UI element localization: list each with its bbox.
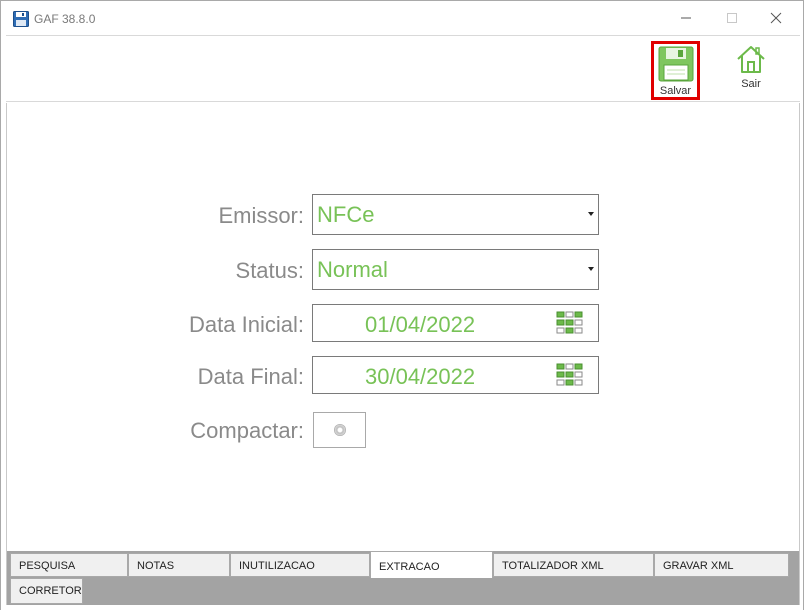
status-value: Normal (317, 257, 388, 282)
data-final-label: Data Final: (197, 364, 304, 389)
emissor-label: Emissor: (218, 203, 304, 228)
title-bar: GAF 38.8.0 (1, 1, 803, 35)
tab-pesquisa[interactable]: PESQUISA (10, 553, 128, 577)
home-icon (737, 46, 765, 73)
calendar-icon (556, 363, 583, 386)
chevron-down-icon (588, 267, 594, 271)
save-label: Salvar (659, 85, 692, 97)
tab-extracao[interactable]: EXTRACAO (370, 551, 493, 578)
app-window: GAF 38.8.0 Salvar Sair Emissor: NFCe Sta… (0, 0, 804, 610)
compactar-toggle[interactable] (313, 412, 366, 448)
calendar-icon (556, 311, 583, 334)
window-title: GAF 38.8.0 (34, 12, 96, 26)
extraction-form: Emissor: NFCe Status: Normal Data Inicia… (6, 103, 800, 551)
floppy-disk-icon (658, 46, 693, 82)
radio-indicator-icon (333, 424, 346, 436)
emissor-value: NFCe (317, 202, 375, 227)
data-inicial-calendar-button[interactable] (556, 311, 584, 335)
status-label: Status: (235, 258, 304, 283)
tab-inutilizacao[interactable]: INUTILIZACAO (230, 553, 370, 577)
emissor-select[interactable]: NFCe (312, 194, 599, 235)
tab-notas[interactable]: NOTAS (128, 553, 230, 577)
maximize-icon (727, 13, 737, 23)
data-final-value: 30/04/2022 (365, 364, 476, 389)
data-final-calendar-button[interactable] (556, 363, 584, 387)
tab-strip: PESQUISA NOTAS INUTILIZACAO EXTRACAO TOT… (6, 551, 800, 605)
close-button[interactable] (753, 1, 799, 35)
minimize-icon (681, 17, 691, 19)
status-select[interactable]: Normal (312, 249, 599, 290)
data-inicial-value: 01/04/2022 (365, 312, 476, 337)
toolbar: Salvar Sair (6, 35, 800, 102)
compactar-label: Compactar: (190, 418, 304, 443)
tab-totalizador-xml[interactable]: TOTALIZADOR XML (493, 553, 654, 577)
minimize-button[interactable] (663, 1, 709, 35)
close-icon (770, 12, 782, 24)
exit-label: Sair (741, 78, 761, 90)
floppy-disk-icon (13, 11, 29, 27)
data-inicial-label: Data Inicial: (189, 312, 304, 337)
chevron-down-icon (588, 212, 594, 216)
tab-corretor[interactable]: CORRETOR (10, 578, 83, 604)
data-inicial-field[interactable]: 01/04/2022 (312, 304, 599, 342)
save-button[interactable]: Salvar (651, 41, 700, 100)
maximize-button[interactable] (709, 1, 755, 35)
data-final-field[interactable]: 30/04/2022 (312, 356, 599, 394)
bottom-border (1, 605, 803, 610)
tab-gravar-xml[interactable]: GRAVAR XML (654, 553, 789, 577)
exit-button[interactable]: Sair (728, 42, 774, 98)
